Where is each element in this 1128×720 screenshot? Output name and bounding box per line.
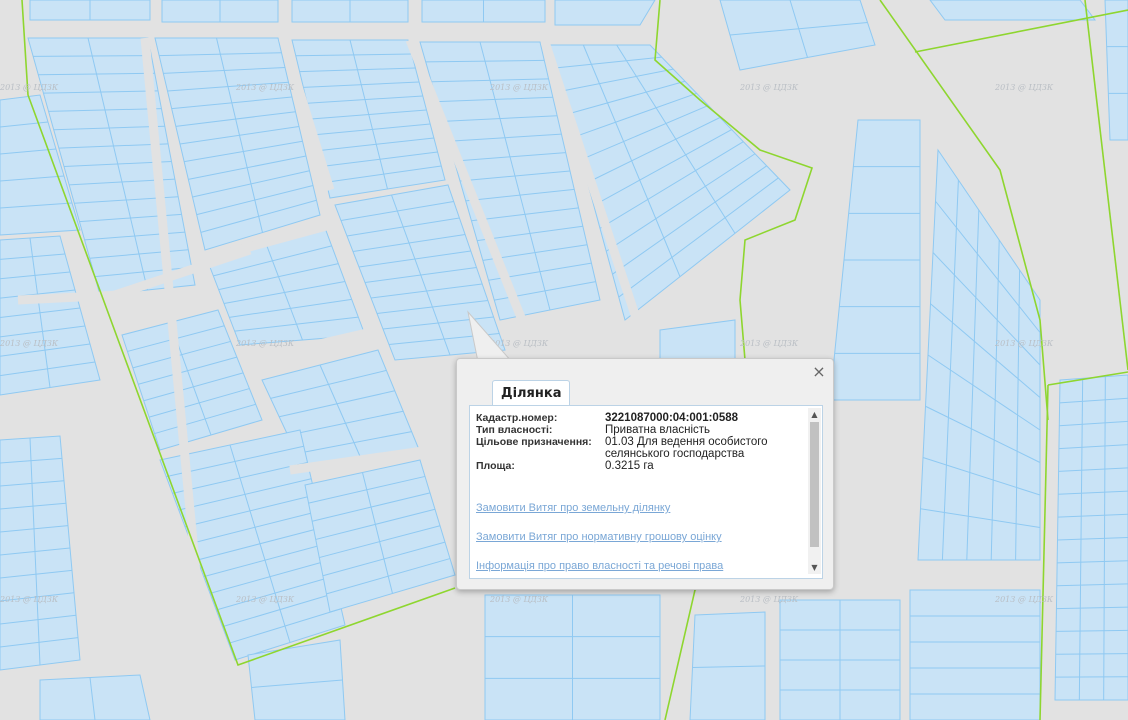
parcel-block[interactable] — [554, 0, 656, 26]
parcel-block[interactable] — [1104, 0, 1128, 141]
parcel-block[interactable] — [304, 459, 456, 613]
parcel-block[interactable] — [829, 119, 921, 401]
parcel-block[interactable] — [207, 227, 366, 346]
field-cadastral-number: Кадастр.номер: 3221087000:04:001:0588 — [476, 412, 801, 424]
parcel-block[interactable] — [484, 594, 661, 720]
parcel-attributes: Кадастр.номер: 3221087000:04:001:0588 Ти… — [476, 412, 801, 472]
map-watermark: 2013 @ ЦДЗК — [235, 83, 295, 92]
map-watermark: 2013 @ ЦДЗК — [235, 339, 295, 348]
parcel-block[interactable] — [421, 0, 546, 23]
parcel-block[interactable] — [659, 319, 736, 363]
parcel-block[interactable] — [247, 639, 346, 720]
map-watermark: 2013 @ ЦДЗК — [0, 339, 59, 348]
map-watermark: 2013 @ ЦДЗК — [739, 595, 799, 604]
map-watermark: 2013 @ ЦДЗК — [994, 595, 1054, 604]
scroll-up-icon[interactable]: ▲ — [808, 408, 821, 421]
ownership-info-link[interactable]: Інформація про право власності та речові… — [476, 560, 723, 574]
map-watermark: 2013 @ ЦДЗК — [0, 83, 59, 92]
parcel-block[interactable] — [291, 0, 409, 23]
order-parcel-extract-link[interactable]: Замовити Витяг про земельну ділянку — [476, 502, 723, 516]
parcel-block[interactable] — [909, 589, 1041, 720]
parcel-info-popup: × Ділянка Кадастр.номер: 3221087000:04:0… — [456, 358, 834, 590]
parcel-block[interactable] — [29, 0, 151, 21]
scrollbar-thumb[interactable] — [810, 422, 819, 547]
parcel-block[interactable] — [0, 435, 81, 671]
field-purpose: Цільове призначення: 01.03 Для ведення о… — [476, 436, 801, 460]
parcel-block[interactable] — [689, 611, 766, 720]
tab-parcel[interactable]: Ділянка — [492, 380, 571, 407]
map-watermark: 2013 @ ЦДЗК — [739, 339, 799, 348]
parcel-block[interactable] — [917, 148, 1041, 561]
parcel-block[interactable] — [39, 674, 151, 720]
close-icon[interactable]: × — [811, 364, 827, 380]
popup-content: Кадастр.номер: 3221087000:04:001:0588 Ти… — [469, 405, 823, 579]
field-label: Площа: — [476, 460, 515, 472]
parcel-block[interactable] — [929, 0, 1096, 21]
popup-links: Замовити Витяг про земельну ділянку Замо… — [476, 502, 723, 578]
field-label: Кадастр.номер: — [476, 412, 558, 424]
field-label: Цільове призначення: — [476, 436, 592, 448]
parcel-block[interactable] — [779, 599, 901, 720]
field-value: 01.03 Для ведення особистого селянського… — [605, 436, 768, 460]
popup-scrollbar[interactable]: ▲ ▼ — [808, 408, 821, 574]
scroll-down-icon[interactable]: ▼ — [808, 561, 821, 574]
map-watermark: 2013 @ ЦДЗК — [739, 83, 799, 92]
field-value: 0.3215 га — [605, 460, 654, 472]
parcel-block[interactable] — [1054, 374, 1128, 701]
map-watermark: 2013 @ ЦДЗК — [0, 595, 59, 604]
map-watermark: 2013 @ ЦДЗК — [489, 83, 549, 92]
order-valuation-extract-link[interactable]: Замовити Витяг про нормативну грошову оц… — [476, 531, 723, 545]
field-value: Приватна власність — [605, 424, 711, 436]
map-watermark: 2013 @ ЦДЗК — [994, 339, 1054, 348]
parcel-block[interactable] — [719, 0, 876, 71]
map-watermark: 2013 @ ЦДЗК — [489, 595, 549, 604]
field-value: 3221087000:04:001:0588 — [605, 412, 739, 424]
parcel-block[interactable] — [161, 0, 279, 23]
field-ownership-type: Тип власності: Приватна власність — [476, 424, 801, 436]
field-area: Площа: 0.3215 га — [476, 460, 801, 472]
map-watermark: 2013 @ ЦДЗК — [994, 83, 1054, 92]
parcel-block[interactable] — [0, 235, 101, 396]
field-label: Тип власності: — [476, 424, 553, 436]
map-watermark: 2013 @ ЦДЗК — [489, 339, 549, 348]
map-watermark: 2013 @ ЦДЗК — [235, 595, 295, 604]
